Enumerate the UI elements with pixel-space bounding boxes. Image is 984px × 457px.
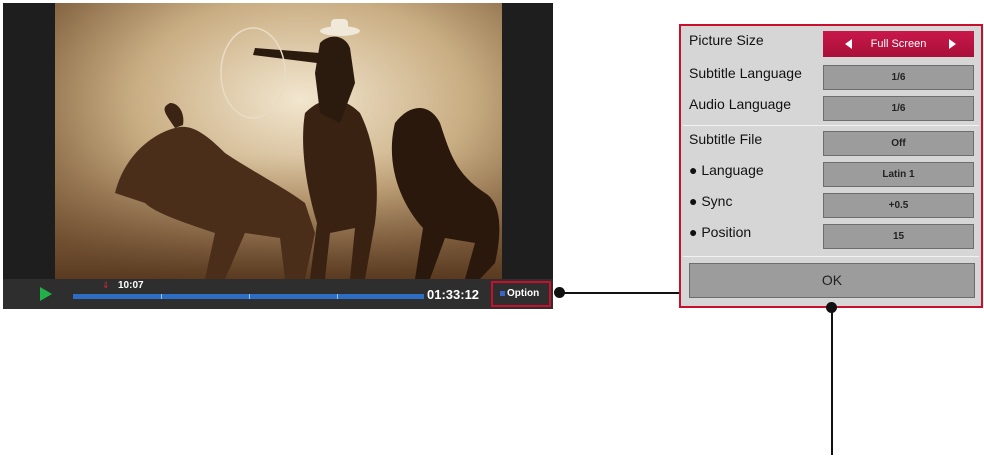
sync-row: ● Sync +0.5	[681, 189, 981, 219]
audio-language-label: Audio Language	[689, 96, 791, 112]
current-time: 10:07	[118, 280, 144, 291]
ok-button[interactable]: OK	[689, 263, 975, 298]
divider	[683, 256, 979, 257]
position-marker-icon: ⇓	[102, 280, 110, 290]
picture-size-selector[interactable]: Full Screen	[823, 31, 974, 57]
play-icon[interactable]	[40, 287, 52, 301]
progress-tick	[337, 294, 338, 299]
subtitle-file-value[interactable]: Off	[823, 131, 974, 156]
subtitle-file-row: Subtitle File Off	[681, 127, 981, 157]
subtitle-language-value[interactable]: 1/6	[823, 65, 974, 90]
total-time: 01:33:12	[427, 287, 480, 302]
picture-size-row: Picture Size Full Screen	[681, 28, 981, 58]
sync-value[interactable]: +0.5	[823, 193, 974, 218]
language-label: ● Language	[689, 162, 764, 178]
language-row: ● Language Latin 1	[681, 158, 981, 188]
sync-label: ● Sync	[689, 193, 733, 209]
connector-line	[831, 307, 833, 455]
arrow-right-icon[interactable]	[949, 39, 956, 49]
connector-line	[560, 292, 680, 294]
picture-size-value: Full Screen	[870, 38, 927, 50]
subtitle-language-label: Subtitle Language	[689, 65, 802, 81]
progress-bar[interactable]	[73, 294, 424, 299]
picture-size-label: Picture Size	[689, 32, 764, 48]
language-value[interactable]: Latin 1	[823, 162, 974, 187]
position-label: ● Position	[689, 224, 752, 240]
progress-tick	[161, 294, 162, 299]
audio-language-row: Audio Language 1/6	[681, 92, 981, 122]
arrow-left-icon[interactable]	[845, 39, 852, 49]
subtitle-file-label: Subtitle File	[689, 131, 763, 147]
audio-language-value[interactable]: 1/6	[823, 96, 974, 121]
video-player: ⇓ 10:07 01:33:12 Option	[3, 3, 553, 309]
playback-bar: ⇓ 10:07 01:33:12 Option	[3, 279, 553, 309]
option-panel: Picture Size Full Screen Subtitle Langua…	[679, 24, 983, 308]
position-value[interactable]: 15	[823, 224, 974, 249]
video-frame[interactable]	[55, 3, 502, 279]
position-row: ● Position 15	[681, 220, 981, 250]
progress-tick	[249, 294, 250, 299]
blue-key-icon	[500, 290, 505, 296]
subtitle-language-row: Subtitle Language 1/6	[681, 61, 981, 91]
option-button[interactable]: Option	[491, 281, 551, 307]
connector-dot	[826, 302, 837, 313]
divider	[683, 125, 979, 126]
option-label: Option	[507, 288, 540, 299]
video-image	[55, 3, 502, 279]
